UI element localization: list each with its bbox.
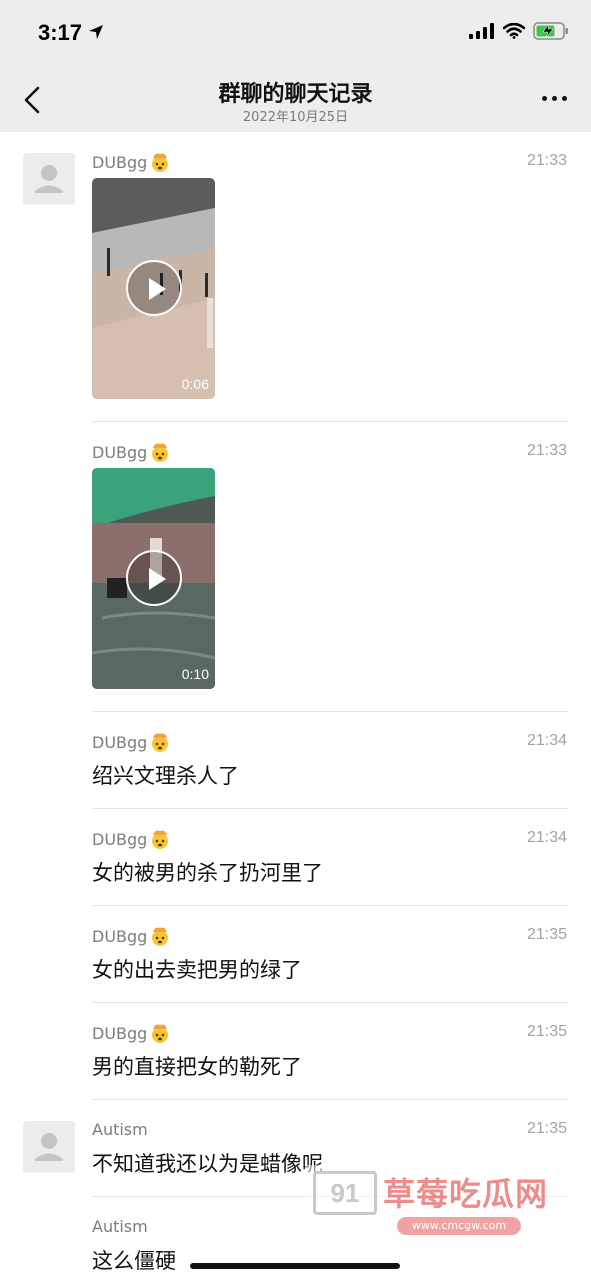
sender-name: DUBgg <box>92 151 171 173</box>
video-duration: 0:10 <box>181 666 209 682</box>
exploding-head-emoji-icon <box>152 153 169 172</box>
message-time: 21:33 <box>526 442 567 459</box>
divider <box>92 1002 568 1003</box>
message-text: 绍兴文理杀人了 <box>92 764 239 788</box>
wifi-icon <box>502 22 526 43</box>
divider <box>92 711 568 712</box>
status-indicators <box>469 22 569 44</box>
message-time: 21:34 <box>526 732 567 749</box>
navigation-bar: 群聊的聊天记录 2022年10月25日 <box>0 66 591 132</box>
sender-name: DUBgg <box>92 1022 171 1044</box>
sender-label: DUBgg <box>92 829 148 849</box>
home-indicator <box>190 1263 400 1269</box>
video-duration: 0:06 <box>181 376 209 392</box>
page-date: 2022年10月25日 <box>242 110 349 125</box>
cellular-signal-icon <box>469 23 495 43</box>
battery-charging-icon <box>533 22 569 44</box>
more-dot-icon <box>562 96 567 101</box>
default-avatar-icon <box>35 165 63 193</box>
sender-label: DUBgg <box>92 442 148 462</box>
message-time: 21:34 <box>526 829 567 846</box>
watermark-logo: 91 <box>313 1171 377 1215</box>
message-time: 21:33 <box>526 152 567 169</box>
status-time: 3:17 <box>38 20 83 45</box>
play-icon[interactable] <box>126 260 182 316</box>
more-dot-icon <box>552 96 557 101</box>
sender-label: DUBgg <box>92 926 148 946</box>
exploding-head-emoji-icon <box>152 830 169 849</box>
sender-label: DUBgg <box>92 1023 148 1043</box>
avatar[interactable] <box>23 1121 75 1173</box>
sender-name: DUBgg <box>92 828 171 850</box>
sender-label: DUBgg <box>92 732 148 752</box>
exploding-head-emoji-icon <box>152 443 169 462</box>
page-title: 群聊的聊天记录 <box>218 82 373 107</box>
more-dot-icon <box>542 96 547 101</box>
divider <box>92 808 568 809</box>
watermark-title: 草莓吃瓜网 <box>383 1175 549 1213</box>
divider <box>92 421 568 422</box>
divider <box>92 905 568 906</box>
sender-name: DUBgg <box>92 925 171 947</box>
video-thumbnail[interactable]: 0:10 <box>92 468 215 689</box>
video-thumbnail[interactable]: 0:06 <box>92 178 215 399</box>
exploding-head-emoji-icon <box>152 1024 169 1043</box>
sender-label: Autism <box>92 1120 148 1139</box>
sender-name: Autism <box>92 1120 148 1139</box>
exploding-head-emoji-icon <box>152 733 169 752</box>
sender-name: Autism <box>92 1217 148 1236</box>
location-arrow-icon <box>88 24 104 44</box>
message-text: 女的出去卖把男的绿了 <box>92 958 302 982</box>
more-options-button[interactable] <box>542 96 567 101</box>
status-bar: 3:17 <box>0 0 591 66</box>
message-text: 这么僵硬 <box>92 1249 176 1273</box>
sender-name: DUBgg <box>92 731 171 753</box>
divider <box>92 1099 568 1100</box>
message-time: 21:35 <box>526 926 567 943</box>
play-icon[interactable] <box>126 550 182 606</box>
watermark-url: www.cmcgw.com <box>397 1217 521 1235</box>
sender-label: DUBgg <box>92 152 148 172</box>
sender-label: Autism <box>92 1217 148 1236</box>
message-text: 女的被男的杀了扔河里了 <box>92 861 323 885</box>
message-time: 21:35 <box>526 1023 567 1040</box>
watermark: 91 草莓吃瓜网 www.cmcgw.com <box>305 1165 591 1241</box>
message-text: 男的直接把女的勒死了 <box>92 1055 302 1079</box>
sender-name: DUBgg <box>92 441 171 463</box>
exploding-head-emoji-icon <box>152 927 169 946</box>
avatar[interactable] <box>23 153 75 205</box>
message-text: 不知道我还以为是蜡像呢 <box>92 1152 323 1176</box>
default-avatar-icon <box>35 1133 63 1161</box>
message-time: 21:35 <box>526 1120 567 1137</box>
